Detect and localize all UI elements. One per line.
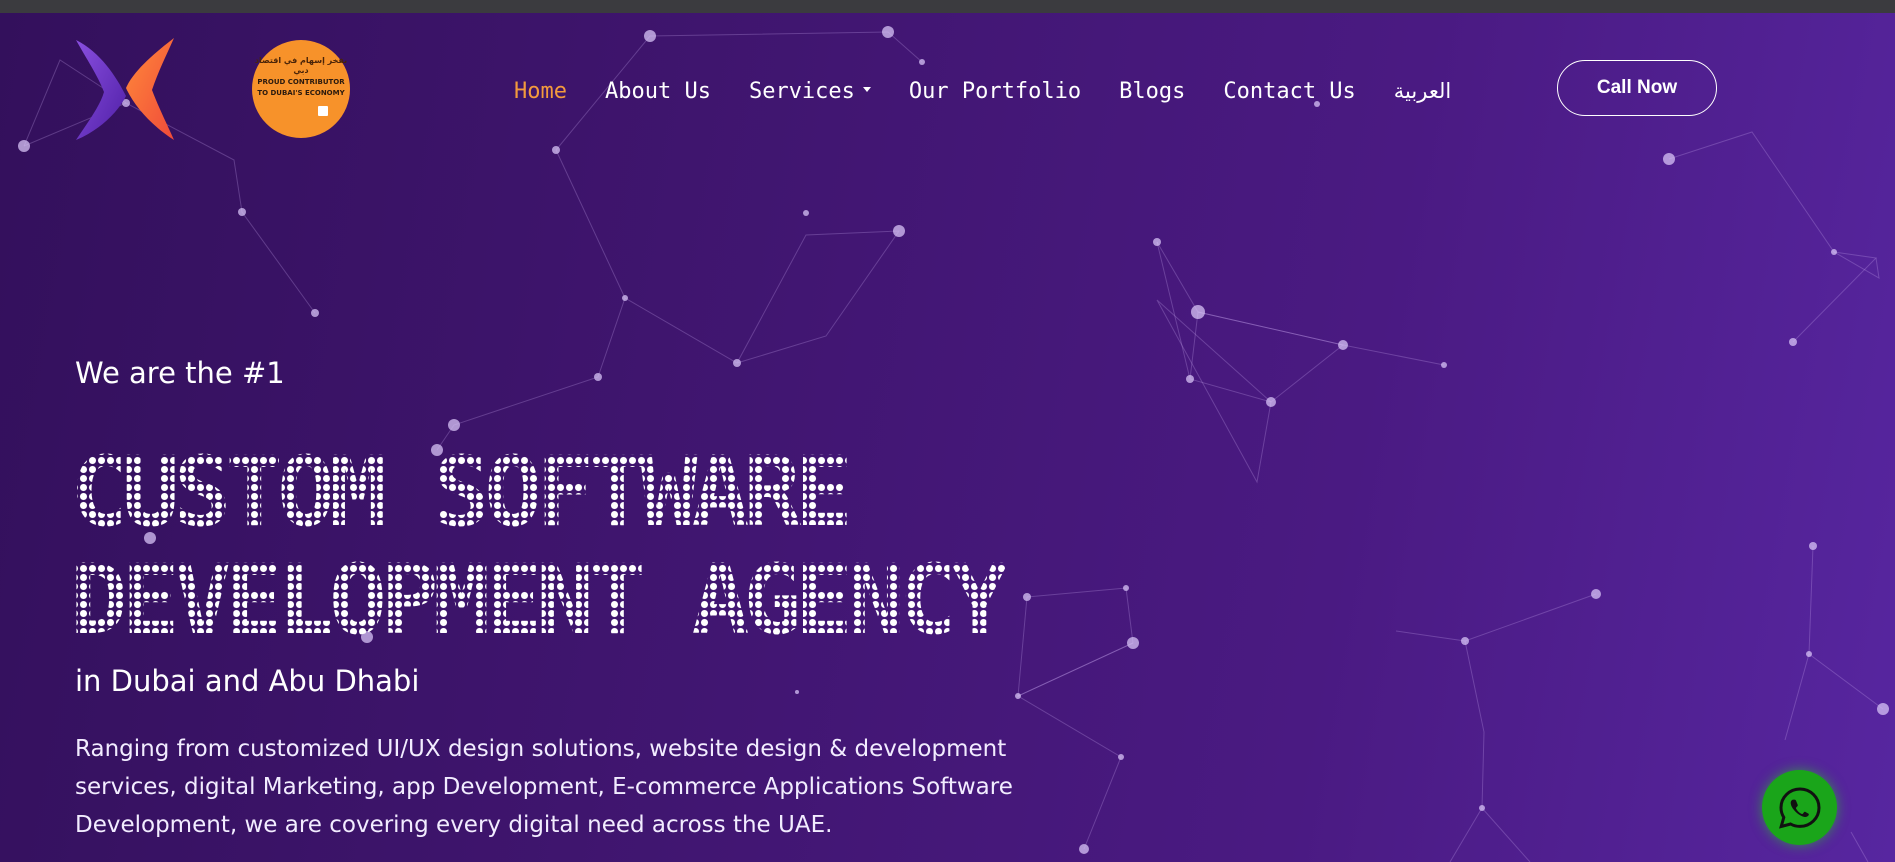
- badge-line-2: TO DUBAI'S ECONOMY: [257, 89, 345, 97]
- nav-item-services[interactable]: Services: [749, 79, 871, 104]
- hero-title: CUSTOM SOFTWARE DEVELOPMENT AGENCY: [70, 438, 1110, 654]
- badge-mark-icon: [318, 106, 328, 116]
- hero-title-line-2: DEVELOPMENT AGENCY: [70, 544, 1003, 656]
- call-now-button[interactable]: Call Now: [1557, 60, 1717, 116]
- brand-logo-icon[interactable]: [70, 36, 180, 142]
- chevron-down-icon: [862, 86, 871, 92]
- nav-item-blogs[interactable]: Blogs: [1119, 79, 1185, 104]
- nav-item-home[interactable]: Home: [514, 79, 567, 104]
- main-nav: Home About Us Services Our Portfolio Blo…: [514, 76, 1451, 106]
- badge-line-1: PROUD CONTRIBUTOR: [257, 78, 345, 86]
- badge-arabic-text: بفخر إسهام في اقتصاد دبي: [254, 56, 348, 75]
- nav-item-contact-us[interactable]: Contact Us: [1223, 79, 1355, 104]
- proud-contributor-badge: بفخر إسهام في اقتصاد دبي PROUD CONTRIBUT…: [252, 40, 350, 138]
- hero-subtitle: in Dubai and Abu Dhabi: [75, 664, 420, 698]
- whatsapp-icon: [1778, 786, 1821, 829]
- hero-description: Ranging from customized UI/UX design sol…: [75, 736, 1013, 838]
- whatsapp-button[interactable]: [1762, 770, 1837, 845]
- nav-item-our-portfolio[interactable]: Our Portfolio: [909, 79, 1081, 104]
- page: بفخر إسهام في اقتصاد دبي PROUD CONTRIBUT…: [0, 0, 1895, 862]
- hero-pre-title: We are the #1: [75, 356, 285, 390]
- nav-item-arabic[interactable]: العربية: [1394, 79, 1451, 103]
- nav-item-about-us[interactable]: About Us: [605, 79, 711, 104]
- hero-title-line-1: CUSTOM SOFTWARE: [70, 436, 847, 548]
